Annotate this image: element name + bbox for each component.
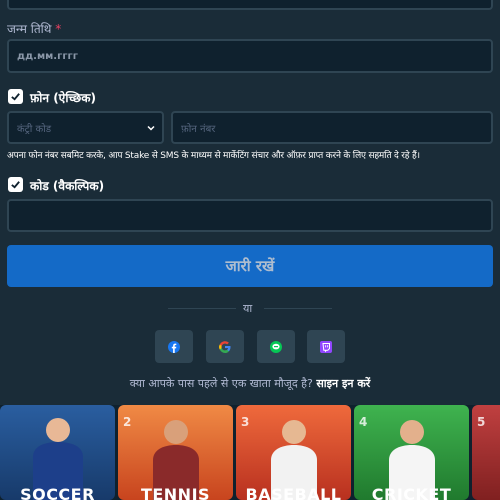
- dob-label-text: जन्म तिथि: [7, 22, 52, 36]
- phone-checkbox-label: फ़ोन (ऐच्छिक): [30, 91, 96, 105]
- sport-card-baseball[interactable]: 3 BASEBALL: [236, 405, 351, 500]
- checkmark-icon: [11, 93, 20, 101]
- chevron-down-icon: [147, 125, 155, 131]
- continue-button-label: जारी रखें: [225, 257, 275, 275]
- line-login-button[interactable]: [257, 330, 295, 363]
- sport-card-number: 5: [477, 415, 486, 429]
- checkmark-icon: [11, 181, 20, 189]
- line-icon: [270, 340, 282, 353]
- sport-card-number: 3: [241, 415, 250, 429]
- divider-line-left: [168, 308, 236, 309]
- continue-button[interactable]: जारी रखें: [7, 245, 493, 287]
- twitch-login-button[interactable]: [307, 330, 345, 363]
- sport-card-soccer[interactable]: SOCCER: [0, 405, 115, 500]
- required-mark: *: [55, 22, 62, 36]
- sport-card-number: 2: [123, 415, 132, 429]
- dob-input[interactable]: дд.мм.гггг: [7, 39, 493, 73]
- sign-in-link[interactable]: साइन इन करें: [316, 377, 370, 390]
- previous-input-field[interactable]: [7, 0, 493, 10]
- sport-card-number: 4: [359, 415, 368, 429]
- login-prompt: क्या आपके पास पहले से एक खाता मौजूद है? …: [0, 376, 500, 391]
- sport-card-tennis[interactable]: 2 TENNIS: [118, 405, 233, 500]
- phone-checkbox[interactable]: [8, 89, 23, 104]
- country-code-select[interactable]: कंट्री कोड: [7, 111, 164, 144]
- dob-placeholder: дд.мм.гггг: [17, 50, 78, 62]
- sport-card-partial[interactable]: 5: [472, 405, 500, 500]
- sport-card-name: SOCCER: [20, 485, 95, 500]
- google-icon: [219, 340, 231, 353]
- code-checkbox[interactable]: [8, 177, 23, 192]
- sport-card-name: BASEBALL: [245, 485, 342, 500]
- code-checkbox-label: कोड (वैकल्पिक): [30, 179, 105, 193]
- country-code-placeholder: कंट्री कोड: [17, 123, 52, 135]
- sports-banner: SOCCER 2 TENNIS 3 BASEBALL 4 CRICKET 5: [0, 405, 500, 500]
- phone-number-placeholder: फ़ोन नंबर: [181, 123, 216, 135]
- facebook-login-button[interactable]: [155, 330, 193, 363]
- facebook-icon: [168, 340, 180, 353]
- google-login-button[interactable]: [206, 330, 244, 363]
- divider-line-right: [264, 308, 332, 309]
- sport-card-cricket[interactable]: 4 CRICKET: [354, 405, 469, 500]
- dob-label: जन्म तिथि *: [7, 20, 61, 37]
- sport-card-name: CRICKET: [371, 485, 452, 500]
- twitch-icon: [320, 340, 332, 353]
- sport-card-name: TENNIS: [140, 485, 211, 500]
- phone-number-input[interactable]: फ़ोन नंबर: [171, 111, 493, 144]
- code-input[interactable]: [7, 199, 493, 232]
- or-divider-text: या: [243, 302, 253, 315]
- sms-consent-notice: अपना फोन नंबर सबमिट करके, आप Stake से SM…: [7, 151, 420, 161]
- login-prompt-text: क्या आपके पास पहले से एक खाता मौजूद है?: [129, 377, 313, 390]
